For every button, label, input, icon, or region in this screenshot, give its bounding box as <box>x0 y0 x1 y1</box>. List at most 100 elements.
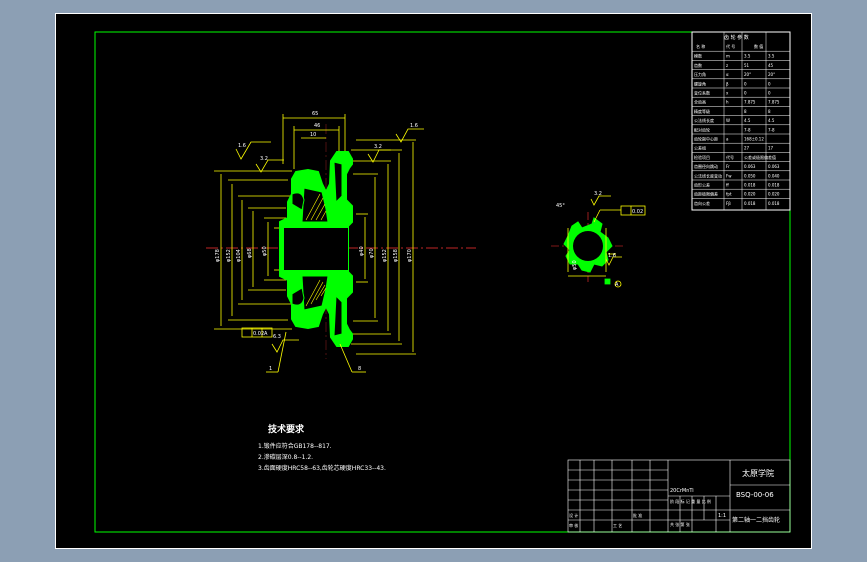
param-cell: 8 <box>768 109 771 114</box>
drawing-canvas[interactable]: 65 46 10 1.6 3.2 1.6 3.2 6.3 0.02 A 1 8 … <box>56 14 813 550</box>
dim-left-5: φ50 <box>262 246 268 256</box>
rough-mid: 3.2 <box>374 144 382 150</box>
param-table-header: 齿 轮 参 数 <box>724 34 749 41</box>
param-cell: h <box>726 100 729 105</box>
param-col-header: 名 称 <box>696 43 705 49</box>
param-cell: W <box>726 118 730 123</box>
tech-req-line-2: 2.渗碳层深0.8--1.2. <box>258 453 313 461</box>
spline-tol: 0.02 <box>632 209 643 215</box>
param-cell: β <box>726 81 729 86</box>
spline-rough: 3.2 <box>594 191 602 197</box>
title-scale-row: 阶 段 标 记 重 量 比 例 <box>670 498 711 504</box>
dim-left-2: φ152 <box>226 249 232 262</box>
param-cell: m <box>726 54 730 59</box>
rough-left: 1.6 <box>238 143 246 149</box>
param-cell: 0.018 <box>744 183 756 188</box>
param-cell: 20° <box>768 72 775 77</box>
title-designer: 设 计 <box>569 512 578 518</box>
param-cell: 7.875 <box>768 100 780 105</box>
dim-right-4: φ70 <box>369 248 375 258</box>
spline-view <box>551 195 646 288</box>
param-cell: x <box>726 91 729 96</box>
param-cell: 公差组 <box>694 145 706 151</box>
param-cell: 27 <box>744 146 750 151</box>
param-cell: 检验项目 <box>694 154 710 160</box>
param-cell: 0.018 <box>744 201 756 206</box>
tech-requirements: 技术要求 1.锻件应符合GB178--817. 2.渗碳层深0.8--1.2. … <box>258 423 386 472</box>
param-cell: 齿距极限偏差 <box>694 191 718 197</box>
param-cell: 齿向公差 <box>694 200 710 206</box>
drawing-border <box>94 31 791 533</box>
spline-dim: φ50 <box>572 260 578 270</box>
dim-left-4: φ68 <box>247 248 253 258</box>
tech-req-line-1: 1.锻件应符合GB178--817. <box>258 442 332 450</box>
dim-right-2: φ158 <box>393 249 399 262</box>
param-cell: Fr <box>726 164 730 169</box>
param-cell: 公法线长度 <box>694 117 714 123</box>
param-cell: 配对齿轮 <box>694 126 710 132</box>
param-cell: z <box>726 63 728 68</box>
param-cell: 4.5 <box>768 118 775 123</box>
dim-right-3: φ152 <box>382 249 388 262</box>
param-cell: 齿轮副中心距 <box>694 136 718 142</box>
param-cell: 0.018 <box>768 201 780 206</box>
param-cell: 0.020 <box>744 192 756 197</box>
param-cell: 0 <box>744 91 747 96</box>
title-part-name: 第二轴一二挡齿轮 <box>732 516 780 524</box>
tech-req-title: 技术要求 <box>268 423 305 435</box>
param-cell: ff <box>726 183 729 188</box>
param-cell: 4.5 <box>744 118 751 123</box>
cad-viewport[interactable]: 65 46 10 1.6 3.2 1.6 3.2 6.3 0.02 A 1 8 … <box>55 13 812 549</box>
spline-angle: 45° <box>556 203 565 209</box>
param-cell: 8 <box>744 109 747 114</box>
param-col-header: 代 号 <box>726 43 735 49</box>
param-cell: fpt <box>726 192 732 197</box>
callout-8: 8 <box>358 366 361 372</box>
param-cell: 全齿高 <box>694 99 706 105</box>
param-cell: 压力角 <box>694 71 706 77</box>
spline-rough2: 1.6 <box>608 253 616 259</box>
param-cell: α <box>726 72 729 77</box>
param-cell: 7.875 <box>744 100 756 105</box>
rough-right: 1.6 <box>410 123 418 129</box>
dim-top-inner: 46 <box>314 123 320 129</box>
dim-top-overall: 65 <box>312 111 318 117</box>
param-cell: 3.5 <box>768 54 775 59</box>
param-cell: 0.050 <box>744 173 756 178</box>
param-cell: 0 <box>768 81 771 86</box>
param-cell: 螺旋角 <box>694 80 706 86</box>
param-cell: 模数 <box>694 53 702 59</box>
param-cell: 3.5 <box>744 54 751 59</box>
dim-right-5: φ40 <box>359 246 365 256</box>
param-cell: 公法线长度变动 <box>694 172 722 178</box>
dim-left-1: φ178 <box>215 249 221 262</box>
param-cell: 20° <box>744 72 751 77</box>
gear-section-view <box>206 114 476 373</box>
title-scale-value: 1:1 <box>718 513 726 519</box>
tech-req-line-3: 3.齿面硬度HRC58--63,齿轮芯硬度HRC33--43. <box>258 464 386 472</box>
tol-bottom: 0.02 <box>253 331 264 337</box>
param-cell: 17 <box>768 146 774 151</box>
tol-bottom-datum: A <box>264 331 268 337</box>
param-cell: 0 <box>744 81 747 86</box>
param-cell: 168±0.12 <box>744 137 764 142</box>
param-cell: 0.020 <box>768 192 780 197</box>
param-cell: 齿数 <box>694 62 702 68</box>
param-cell: 变位系数 <box>694 90 710 96</box>
title-approve: 批 准 <box>633 512 642 518</box>
dim-left-3: φ104 <box>236 249 242 262</box>
rough-bottom: 6.3 <box>273 334 281 340</box>
param-cell: 代号 <box>726 154 734 160</box>
spline-datum: A <box>615 282 619 288</box>
param-cell: 0 <box>768 91 771 96</box>
param-cell: 0.040 <box>768 173 780 178</box>
gear-parameter-table: 齿 轮 参 数 名 称 代 号 数 值模数 m 3.5 3.5 齿数 z 51 45 压力角 α 20°… <box>691 31 791 211</box>
dim-top-small: 10 <box>310 132 316 138</box>
title-material: 20CrMnTi <box>670 488 694 494</box>
title-sheet-row: 共 张 第 张 <box>670 521 690 527</box>
param-cell: Fw <box>726 173 732 178</box>
param-cell: 精度等级 <box>694 108 710 114</box>
param-cell: 公差或极限偏差值 <box>744 154 776 160</box>
title-drawing-no: BSQ-00-06 <box>736 491 774 499</box>
param-cell: 0.063 <box>768 164 780 169</box>
